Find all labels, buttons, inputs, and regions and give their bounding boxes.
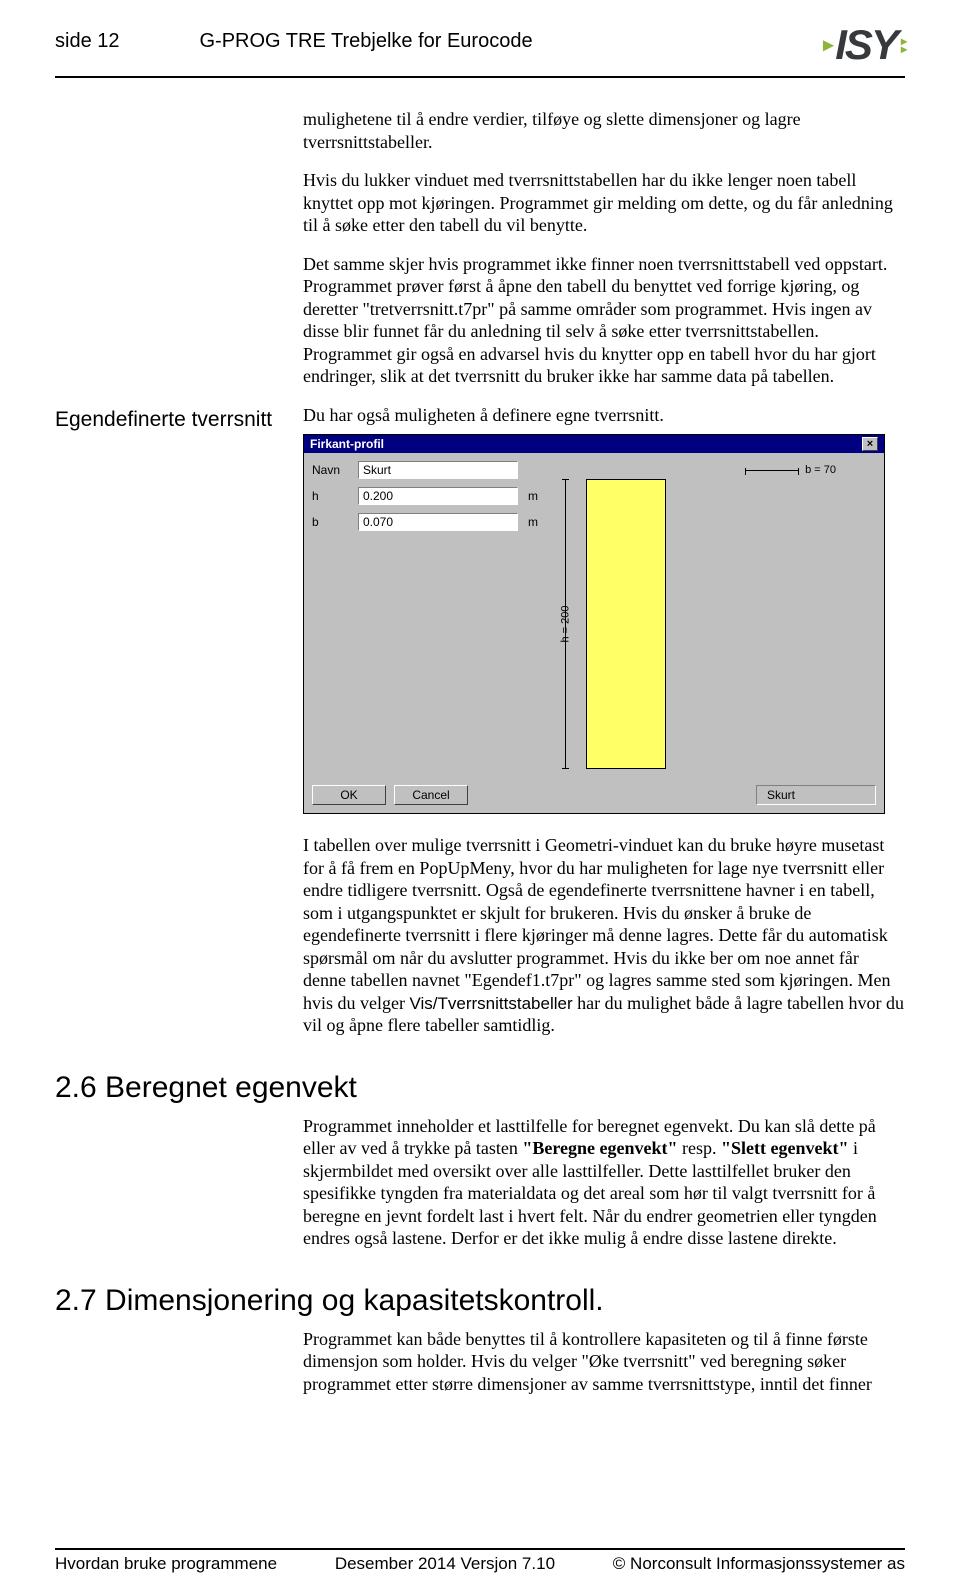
isy-logo: ▸ ISY ▸▸ bbox=[823, 24, 905, 66]
b-unit: m bbox=[528, 515, 542, 529]
profile-preview: b = 70 h = 200 bbox=[554, 461, 876, 769]
cancel-button[interactable]: Cancel bbox=[394, 785, 468, 805]
paragraph: Programmet inneholder et lasttilfelle fo… bbox=[303, 1115, 905, 1250]
dialog-title: Firkant-profil bbox=[310, 437, 384, 451]
paragraph: Hvis du lukker vinduet med tverrsnittsta… bbox=[303, 169, 905, 237]
page-number: side 12 bbox=[55, 30, 120, 53]
h-input[interactable]: 0.200 bbox=[358, 487, 518, 505]
footer-left: Hvordan bruke programmene bbox=[55, 1554, 277, 1574]
logo-text: ISY bbox=[835, 24, 897, 66]
paragraph: I tabellen over mulige tverrsnitt i Geom… bbox=[303, 834, 905, 1037]
page-footer: Hvordan bruke programmene Desember 2014 … bbox=[55, 1548, 905, 1574]
dialog-status: Skurt bbox=[756, 785, 876, 805]
document-title: G-PROG TRE Trebjelke for Eurocode bbox=[200, 30, 533, 53]
h-label: h bbox=[312, 489, 348, 503]
profile-rectangle-icon bbox=[586, 479, 666, 769]
page-header: side 12 G-PROG TRE Trebjelke for Eurocod… bbox=[55, 30, 905, 78]
ok-button[interactable]: OK bbox=[312, 785, 386, 805]
heading-2-6: 2.6 Beregnet egenvekt bbox=[55, 1071, 905, 1105]
close-icon[interactable]: × bbox=[862, 437, 878, 451]
paragraph: Det samme skjer hvis programmet ikke fin… bbox=[303, 253, 905, 388]
paragraph: mulighetene til å endre verdier, tilføye… bbox=[303, 108, 905, 153]
footer-center: Desember 2014 Versjon 7.10 bbox=[335, 1554, 555, 1574]
paragraph: Du har også muligheten å definere egne t… bbox=[303, 404, 905, 427]
h-unit: m bbox=[528, 489, 542, 503]
navn-input[interactable]: Skurt bbox=[358, 461, 518, 479]
b-label: b bbox=[312, 515, 348, 529]
section-side-heading: Egendefinerte tverrsnitt bbox=[55, 404, 285, 432]
heading-2-7: 2.7 Dimensjonering og kapasitetskontroll… bbox=[55, 1284, 905, 1318]
profile-dialog: Firkant-profil × Navn Skurt h 0.200 m bbox=[303, 434, 885, 814]
paragraph: Programmet kan både benyttes til å kontr… bbox=[303, 1328, 905, 1396]
navn-label: Navn bbox=[312, 463, 348, 477]
b-input[interactable]: 0.070 bbox=[358, 513, 518, 531]
footer-right: © Norconsult Informasjonssystemer as bbox=[613, 1554, 905, 1574]
dim-b-label: b = 70 bbox=[805, 464, 836, 476]
